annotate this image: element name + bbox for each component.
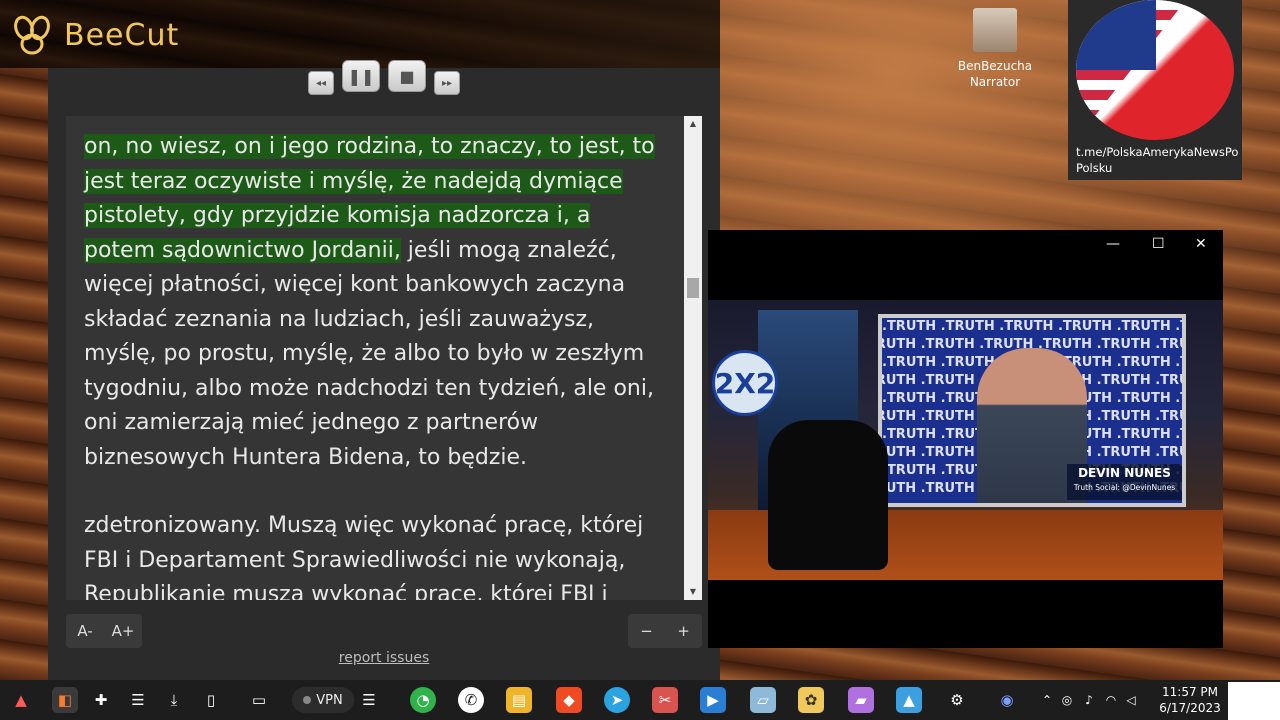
speaker-name: DEVIN NUNES	[1078, 466, 1171, 480]
tv-screen: .TRUTH .TRUTH .TRUTH .TRUTH .TRUTH .TRUT…	[878, 314, 1186, 507]
avatar-label-line1: BenBezucha	[957, 59, 1033, 73]
transcript-line: Republikanie muszą wykonać pracę, której…	[84, 582, 608, 600]
font-increase-button[interactable]: A+	[104, 614, 142, 648]
pause-button[interactable]: ❚❚	[342, 60, 380, 92]
font-size-controls: A- A+	[66, 614, 142, 648]
vpn-status-icon	[303, 696, 312, 704]
transcript-line: oni zamierzają mieć jednego z partnerów	[84, 410, 539, 435]
system-clock[interactable]: 11:57 PM 6/17/2023	[1150, 684, 1230, 716]
download-icon[interactable]: ⤓	[161, 687, 187, 713]
transcript-content: on, no wiesz, on i jego rodzina, to znac…	[66, 116, 684, 600]
vpn-label: VPN	[316, 692, 343, 708]
app-header: BeeCut	[0, 0, 720, 68]
notes-icon[interactable]: ▱	[750, 687, 776, 713]
whatsapp-icon[interactable]: ✆	[458, 687, 484, 713]
transcript-line: więcej płatności, więcej kont bankowych …	[84, 272, 626, 297]
clock-date: 6/17/2023	[1159, 701, 1221, 715]
highlighted-text: on, no wiesz, on i jego rodzina, to znac…	[84, 134, 655, 159]
desktop-shortcut-narrator[interactable]: BenBezucha Narrator	[952, 8, 1038, 90]
brand: BeeCut	[10, 14, 179, 56]
scroll-up-arrow-icon[interactable]: ▲	[684, 116, 702, 132]
video-frame[interactable]: .TRUTH .TRUTH .TRUTH .TRUTH .TRUTH .TRUT…	[708, 300, 1223, 580]
beecut-icon[interactable]: ✿	[798, 687, 824, 713]
stop-button[interactable]: ■	[388, 60, 426, 92]
highlighted-text: jest teraz oczywiste i myślę, że nadejdą…	[84, 168, 623, 194]
rewind-button[interactable]: ◂◂	[308, 71, 334, 95]
wallet-icon[interactable]: ▭	[246, 687, 272, 713]
font-decrease-button[interactable]: A-	[66, 614, 104, 648]
playlist-icon[interactable]: ☰	[125, 687, 151, 713]
taskbar: ▲ ◧ ✚ ☰ ⤓ ▯ ▭ VPN ☰ ◔ ✆ ▤ ◆ ➤ ✂ ▶ ▱ ✿ ▰ …	[0, 680, 1280, 720]
file-explorer-icon[interactable]: ▤	[506, 687, 532, 713]
report-issues-link[interactable]: report issues	[48, 650, 720, 666]
extensions-icon[interactable]: ✚	[88, 687, 114, 713]
bee-logo-icon	[14, 15, 50, 55]
green-app-icon[interactable]: ◔	[410, 687, 436, 713]
speaker-handle: Truth Social: @DevinNunes	[1073, 483, 1176, 492]
flag-caption: t.me/PolskaAmerykaNewsPo Polsku	[1076, 144, 1242, 176]
triangle-app-icon[interactable]: ▲	[8, 687, 34, 713]
volume-controls: − +	[628, 614, 702, 648]
video-window: — ☐ ✕ .TRUTH .TRUTH .TRUTH .TRUTH .TRUTH…	[708, 230, 1223, 648]
transcript-line: składać zeznania na ludziach, jeśli zauw…	[84, 306, 595, 332]
playback-controls: ◂◂ ❚❚ ■ ▸▸	[308, 60, 460, 95]
volume-icon[interactable]: ◁	[1118, 687, 1144, 713]
menu-icon[interactable]: ☰	[356, 687, 382, 713]
scroll-thumb[interactable]	[687, 278, 699, 298]
telegram-icon[interactable]: ➤	[604, 687, 630, 713]
close-icon[interactable]: ✕	[1195, 236, 1207, 252]
highlighted-text: pistolety, gdy przyjdzie komisja nadzorc…	[84, 203, 591, 228]
transcript-scrollbar[interactable]: ▲ ▼	[684, 116, 702, 600]
scroll-down-arrow-icon[interactable]: ▼	[684, 584, 702, 600]
us-poland-flag-icon	[1076, 0, 1234, 140]
maximize-icon[interactable]: ☐	[1152, 236, 1165, 252]
minimize-icon[interactable]: —	[1106, 236, 1120, 252]
volume-minus-button[interactable]: −	[628, 614, 665, 648]
flag-caption-line1: t.me/PolskaAmerykaNewsPo	[1076, 145, 1239, 159]
transcript-line: myślę, po prostu, myślę, że albo to było…	[84, 341, 645, 366]
transcript-line: pistolety, gdy przyjdzie komisja nadzorc…	[84, 199, 666, 234]
highlighted-text: potem sądownictwo Jordanii,	[84, 237, 401, 263]
channel-flag-overlay: t.me/PolskaAmerykaNewsPo Polsku	[1068, 0, 1242, 180]
office-icon[interactable]: ◧	[52, 687, 78, 713]
avatar-label-line2: Narrator	[969, 75, 1021, 89]
transcript-line: FBI i Departament Sprawiedliwości nie wy…	[84, 547, 626, 573]
transcript-line: potem sądownictwo Jordanii, jeśli mogą z…	[84, 234, 666, 269]
show-logo-icon: 2X2	[712, 350, 778, 416]
vpn-toggle[interactable]: VPN	[292, 687, 354, 713]
speaker-nameplate: DEVIN NUNES Truth Social: @DevinNunes	[1067, 464, 1182, 500]
clock-time: 11:57 PM	[1162, 685, 1218, 699]
video-titlebar: — ☐ ✕	[708, 230, 1223, 260]
show-desktop-button[interactable]	[1228, 682, 1280, 720]
transcript-line: on, no wiesz, on i jego rodzina, to znac…	[84, 130, 666, 165]
brave-icon[interactable]: ◆	[556, 687, 582, 713]
flag-caption-line2: Polsku	[1076, 161, 1113, 175]
sidebar-icon[interactable]: ▯	[198, 687, 224, 713]
truth-text-row: .TRUTH .TRUTH .TRUTH .TRUTH .TRUTH .TRUT…	[882, 319, 1182, 334]
photos-icon[interactable]: ▲	[896, 687, 922, 713]
snipping-tool-icon[interactable]: ✂	[652, 687, 678, 713]
transcript-line: zdetronizowany. Muszą więc wykonać pracę…	[84, 513, 644, 538]
transcript-text: jeśli mogą znaleźć,	[400, 237, 617, 263]
transcript-line: tygodniu, albo może nadchodzi ten tydzie…	[84, 375, 654, 401]
browser-icon[interactable]: ◉	[994, 687, 1020, 713]
brand-name: BeeCut	[64, 17, 180, 53]
transcript-text-area[interactable]: on, no wiesz, on i jego rodzina, to znac…	[66, 116, 684, 600]
reader-window: ◂◂ ❚❚ ■ ▸▸ on, no wiesz, on i jego rodzi…	[48, 60, 720, 680]
us-stars	[1076, 0, 1156, 70]
media-folder-icon[interactable]: ▰	[848, 687, 874, 713]
video-player-icon[interactable]: ▶	[700, 687, 726, 713]
transcript-line: biznesowych Huntera Bidena, to będzie.	[84, 444, 528, 470]
narrator-avatar	[973, 8, 1017, 52]
settings-icon[interactable]: ⚙	[944, 687, 970, 713]
forward-button[interactable]: ▸▸	[434, 71, 460, 95]
volume-plus-button[interactable]: +	[665, 614, 702, 648]
host-silhouette	[768, 420, 888, 570]
transcript-line: jest teraz oczywiste i myślę, że nadejdą…	[84, 165, 666, 200]
